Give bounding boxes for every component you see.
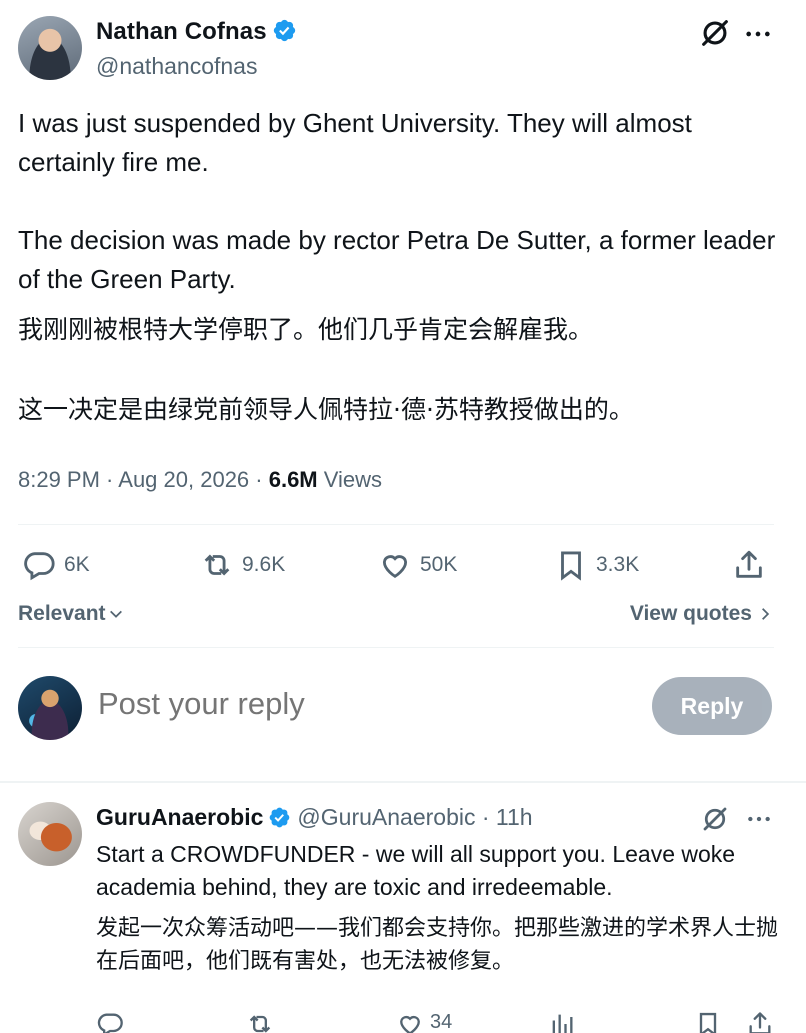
author-name[interactable]: Nathan Cofnas (96, 18, 267, 45)
heart-icon (382, 555, 408, 578)
like-count: 50K (420, 553, 458, 576)
share-icon[interactable] (732, 548, 766, 582)
tweet-meta: 8:29 PM · Aug 20, 2026 · 6.6M Views (18, 467, 382, 493)
translation-paragraph-2: 这一决定是由绿党前领导人佩特拉·德·苏特教授做出的。 (18, 395, 634, 424)
reply-author-name[interactable]: GuruAnaerobic (96, 804, 263, 830)
repost-icon[interactable] (246, 1010, 274, 1033)
tweet-text-paragraph-2: The decision was made by rector Petra De… (18, 225, 776, 294)
more-options-icon[interactable] (746, 806, 772, 832)
views-label: Views (317, 467, 383, 492)
reply-like-count: 34 (430, 1011, 453, 1033)
reply-count: 6K (64, 553, 90, 576)
grok-icon[interactable] (700, 804, 730, 834)
repost-action[interactable]: 9.6K (200, 548, 285, 582)
grok-icon[interactable] (698, 16, 732, 50)
reply-author-row[interactable]: GuruAnaerobic @GuruAnaerobic · 11h (96, 804, 533, 831)
tweet-text: I was just suspended by Ghent University… (18, 104, 778, 299)
reply-icon (24, 552, 55, 581)
repost-count: 9.6K (242, 553, 286, 576)
heart-icon[interactable] (396, 1010, 424, 1033)
reply-text: Start a CROWDFUNDER - we will all suppor… (96, 841, 736, 900)
view-quotes-label: View quotes (629, 602, 752, 625)
verified-badge-icon (270, 807, 290, 828)
reply-action[interactable]: 6K (22, 548, 90, 582)
divider (18, 524, 774, 525)
reply-author-avatar[interactable] (18, 802, 82, 866)
more-options-icon[interactable] (744, 20, 772, 48)
author-name-row[interactable]: Nathan Cofnas (96, 18, 297, 46)
author-handle[interactable]: @nathancofnas (96, 53, 257, 80)
reply-actions: 34 (0, 1008, 806, 1033)
tweet-translation: 我刚刚被根特大学停职了。他们几乎肯定会解雇我。 这一决定是由绿党前领导人佩特拉·… (18, 310, 788, 430)
author-avatar[interactable] (18, 16, 82, 80)
reply-button[interactable]: Reply (652, 677, 772, 735)
reply-translation: 发起一次众筹活动吧——我们都会支持你。把那些激进的学术界人士抛在后面吧，他们既有… (96, 916, 779, 974)
chevron-right-icon (762, 608, 770, 620)
view-quotes-link[interactable]: View quotes (630, 602, 772, 626)
reply-author-handle[interactable]: @GuruAnaerobic (297, 804, 475, 830)
translation-paragraph-1: 我刚刚被根特大学停职了。他们几乎肯定会解雇我。 (18, 315, 594, 344)
share-icon[interactable] (746, 1010, 774, 1033)
reply-sort-dropdown[interactable]: Relevant (18, 602, 124, 626)
timestamp[interactable]: 8:29 PM · Aug 20, 2026 · (18, 467, 269, 492)
bookmark-action[interactable]: 3.3K (554, 548, 639, 582)
like-action[interactable]: 50K (378, 548, 457, 582)
bookmark-icon[interactable] (694, 1010, 722, 1033)
verified-badge-icon (273, 19, 295, 42)
reply-age[interactable]: · 11h (475, 804, 533, 830)
views-count: 6.6M (268, 467, 318, 492)
reply-input[interactable] (98, 686, 618, 722)
tweet-text-paragraph-1: I was just suspended by Ghent University… (18, 108, 692, 177)
section-separator (0, 781, 806, 783)
bookmark-count: 3.3K (596, 553, 640, 576)
chevron-down-icon (109, 610, 122, 618)
views-icon[interactable] (548, 1010, 576, 1033)
divider (18, 647, 774, 648)
reply-icon[interactable] (96, 1010, 124, 1033)
sort-label: Relevant (18, 602, 106, 625)
repost-icon (204, 554, 230, 576)
current-user-avatar[interactable] (18, 676, 82, 740)
bookmark-icon (561, 551, 581, 581)
